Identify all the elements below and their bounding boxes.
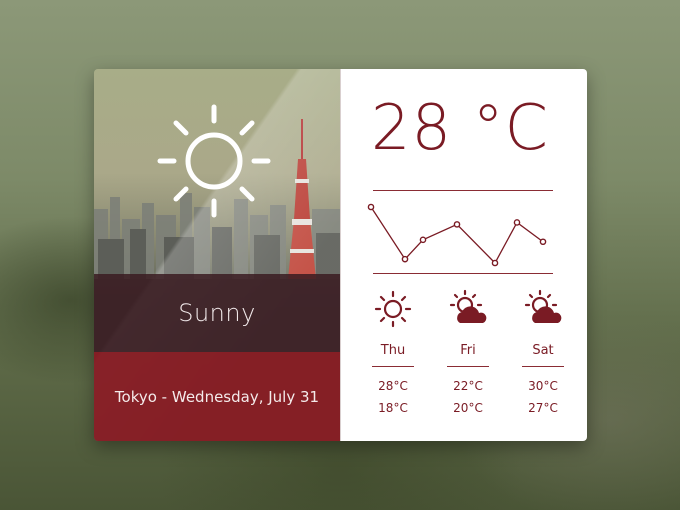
forecast-panel: 28 °C Thu 28°C 18°C Fri 22°C 20°C Sat 30…: [341, 69, 587, 441]
forecast-low: 20°C: [453, 401, 483, 415]
forecast-day-thu[interactable]: Thu 28°C 18°C: [363, 289, 423, 415]
forecast-day-sat[interactable]: Sat 30°C 27°C: [513, 289, 573, 415]
trend-line: [370, 206, 544, 265]
divider-line-top: [373, 190, 553, 191]
day-underline: [372, 366, 414, 367]
condition-label: Sunny: [178, 299, 256, 327]
location-date-label: Tokyo - Wednesday, July 31: [114, 387, 320, 406]
forecast-days: Thu 28°C 18°C Fri 22°C 20°C Sat 30°C 27°…: [363, 289, 573, 415]
trend-point: [419, 236, 427, 244]
trend-point: [367, 203, 375, 211]
forecast-day-fri[interactable]: Fri 22°C 20°C: [438, 289, 498, 415]
divider-line-bottom: [373, 273, 553, 274]
weather-widget: Sunny Tokyo - Wednesday, July 31 28 °C T…: [94, 69, 587, 441]
trend-point: [453, 221, 461, 228]
forecast-day-label: Sat: [532, 343, 554, 358]
forecast-low: 27°C: [528, 401, 558, 415]
forecast-high: 30°C: [528, 379, 558, 393]
current-weather-panel: Sunny Tokyo - Wednesday, July 31: [94, 69, 340, 441]
trend-point: [539, 238, 547, 246]
sun-icon: [157, 104, 271, 218]
partly-cloudy-icon: [524, 289, 562, 323]
forecast-day-label: Thu: [380, 343, 406, 358]
partly-cloudy-icon: [449, 289, 487, 323]
sun-icon: [374, 290, 412, 328]
forecast-day-label: Fri: [460, 343, 476, 358]
day-underline: [447, 366, 489, 367]
trend-point: [513, 219, 521, 226]
current-temperature: 28 °C: [371, 91, 549, 164]
temperature-trend-graph: [367, 203, 547, 267]
location-band: Tokyo - Wednesday, July 31: [94, 352, 340, 441]
forecast-low: 18°C: [378, 401, 408, 415]
condition-band: Sunny: [94, 274, 340, 352]
forecast-high: 22°C: [453, 379, 483, 393]
day-underline: [522, 366, 564, 367]
forecast-high: 28°C: [378, 379, 408, 393]
trend-point: [401, 255, 409, 263]
trend-point: [491, 259, 499, 267]
